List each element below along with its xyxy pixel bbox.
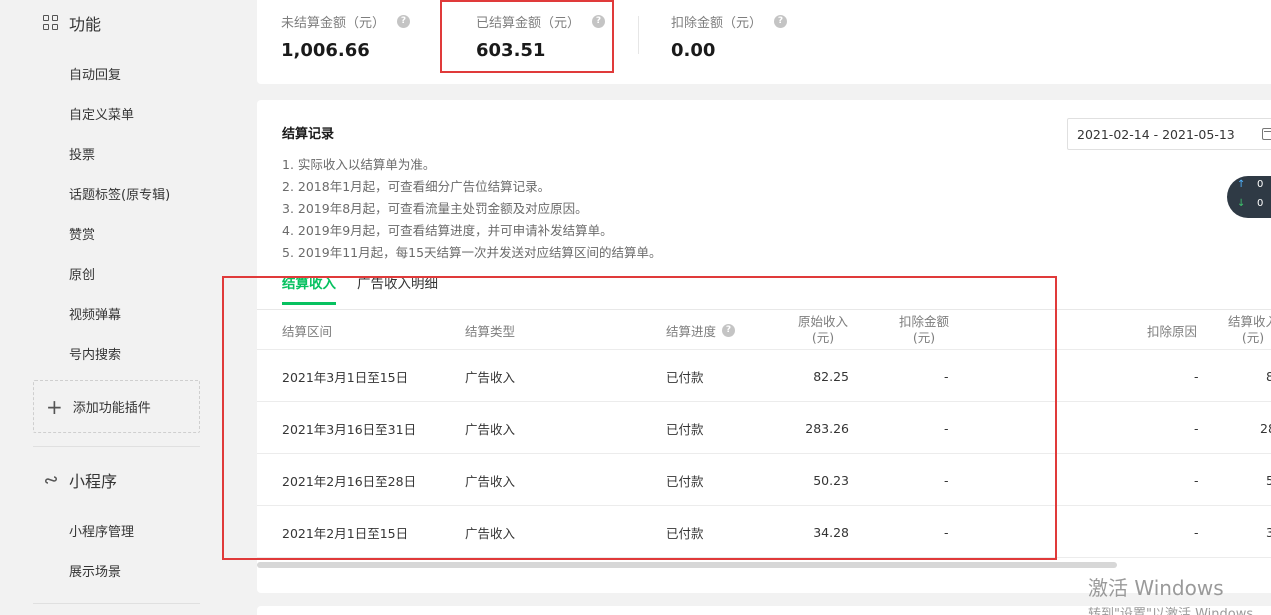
sidebar-item-reward[interactable]: 赞赏 xyxy=(69,224,95,243)
cell-reason: - xyxy=(1194,368,1199,384)
cell-reason: - xyxy=(1194,472,1199,488)
calendar-icon xyxy=(1262,128,1271,140)
help-icon[interactable]: ? xyxy=(397,15,411,28)
help-icon[interactable]: ? xyxy=(774,15,788,28)
date-range-value: 2021-02-14 - 2021-05-13 xyxy=(1077,126,1235,142)
note-item: 1. 实际收入以结算单为准。 xyxy=(282,157,436,172)
stat-deducted-value: 0.00 xyxy=(671,40,716,61)
sidebar-group-label: 小程序 xyxy=(69,472,118,491)
date-range-picker[interactable]: 2021-02-14 - 2021-05-13 xyxy=(1067,118,1271,150)
horizontal-scrollbar[interactable] xyxy=(257,562,1117,568)
arrow-up-icon: ↑ xyxy=(1237,179,1246,190)
col-settle-income-label: 结算收入 xyxy=(1227,314,1271,329)
cell-reason: - xyxy=(1194,524,1199,540)
sidebar-item-topic-tags[interactable]: 话题标签(原专辑) xyxy=(69,184,170,203)
add-plugin-button[interactable]: + 添加功能插件 xyxy=(33,380,200,433)
cell-reason: - xyxy=(1194,420,1199,436)
sidebar-divider xyxy=(33,446,200,447)
sidebar-divider xyxy=(33,603,200,604)
note-item: 3. 2019年8月起，可查看流量主处罚金额及对应原因。 xyxy=(282,201,588,216)
stat-deducted: 扣除金额（元） ? 0.00 xyxy=(671,12,788,61)
sidebar-item-in-account-search[interactable]: 号内搜索 xyxy=(69,344,121,363)
sidebar-item-auto-reply[interactable]: 自动回复 xyxy=(69,64,121,83)
sidebar-item-original[interactable]: 原创 xyxy=(69,264,95,283)
stat-unsettled: 未结算金额（元） ? 1,006.66 xyxy=(281,12,411,61)
plus-icon: + xyxy=(46,394,63,419)
sidebar-group-mini-program[interactable]: 小程序 xyxy=(43,468,117,492)
sidebar-item-mini-program-manage[interactable]: 小程序管理 xyxy=(69,521,134,540)
highlight-box xyxy=(222,276,1057,560)
col-settle-income: 结算收入 (元) xyxy=(1222,310,1271,350)
cell-settle: 3 xyxy=(1266,524,1271,540)
note-item: 2. 2018年1月起，可查看细分广告位结算记录。 xyxy=(282,179,551,194)
sidebar-group-label: 功能 xyxy=(69,15,102,34)
stat-divider xyxy=(638,16,639,54)
download-speed: 0 xyxy=(1257,198,1264,209)
sidebar-item-custom-menu[interactable]: 自定义菜单 xyxy=(69,104,134,123)
grid-icon xyxy=(43,15,59,31)
watermark-subtitle: 转到"设置"以激活 Windows xyxy=(1088,607,1254,615)
stat-unsettled-label: 未结算金额（元） xyxy=(281,16,386,31)
col-deduct-reason: 扣除原因 xyxy=(1147,323,1198,339)
sidebar-item-vote[interactable]: 投票 xyxy=(69,144,95,163)
network-speed-widget: ↑ 0 ↓ 0 xyxy=(1227,176,1271,218)
watermark-title: 激活 Windows xyxy=(1088,576,1224,600)
stat-unsettled-value: 1,006.66 xyxy=(281,40,370,61)
windows-activation-watermark: 激活 Windows 转到"设置"以激活 Windows xyxy=(1088,572,1253,615)
col-settle-income-unit: (元) xyxy=(1241,330,1265,345)
sidebar-item-video-danmaku[interactable]: 视频弹幕 xyxy=(69,304,121,323)
settlement-stats-card: 未结算金额（元） ? 1,006.66 已结算金额（元） ? 603.51 扣除… xyxy=(257,0,1271,84)
cell-settle: 8 xyxy=(1266,368,1271,384)
stat-deducted-label: 扣除金额（元） xyxy=(671,16,763,31)
sidebar: 功能 自动回复 自定义菜单 投票 话题标签(原专辑) 赞赏 原创 视频弹幕 号内… xyxy=(0,0,222,615)
note-item: 4. 2019年9月起，可查看结算进度，并可申请补发结算单。 xyxy=(282,223,613,238)
sidebar-group-function[interactable]: 功能 xyxy=(43,11,101,35)
sidebar-item-display-scene[interactable]: 展示场景 xyxy=(69,561,121,580)
cell-settle: 5 xyxy=(1266,472,1271,488)
cell-settle: 28 xyxy=(1260,420,1271,436)
section-title: 结算记录 xyxy=(282,127,335,142)
notes-list: 1. 实际收入以结算单为准。 2. 2018年1月起，可查看细分广告位结算记录。… xyxy=(282,154,662,264)
upload-speed: 0 xyxy=(1257,179,1264,190)
arrow-down-icon: ↓ xyxy=(1237,198,1246,209)
note-item: 5. 2019年11月起，每15天结算一次并发送对应结算区间的结算单。 xyxy=(282,245,662,260)
highlight-box xyxy=(440,0,614,73)
add-plugin-label: 添加功能插件 xyxy=(72,401,151,416)
mini-program-icon xyxy=(43,472,59,488)
